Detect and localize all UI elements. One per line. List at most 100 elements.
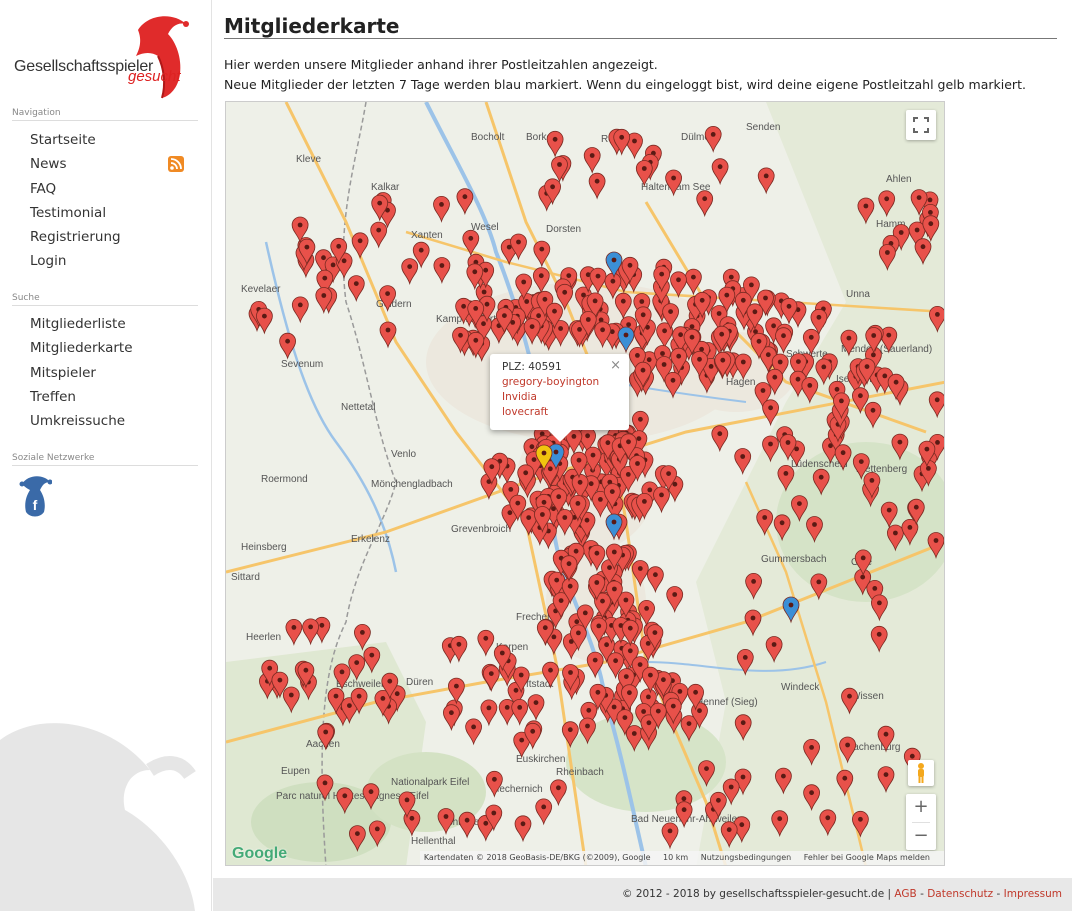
rss-icon[interactable] (168, 156, 184, 172)
member-pin[interactable] (546, 130, 564, 158)
member-pin[interactable] (857, 197, 875, 225)
member-pin[interactable] (437, 808, 455, 835)
member-pin[interactable] (561, 721, 579, 749)
member-pin[interactable] (579, 717, 596, 745)
member-pin[interactable] (477, 629, 495, 657)
member-pin[interactable] (870, 625, 888, 653)
member-pin[interactable] (450, 635, 468, 663)
member-pin[interactable] (810, 573, 828, 601)
member-pin[interactable] (370, 221, 388, 249)
member-pin[interactable] (532, 267, 550, 295)
member-pin[interactable] (704, 126, 722, 153)
member-pin[interactable] (711, 425, 729, 453)
street-view-button[interactable] (908, 760, 934, 786)
zoom-out-button[interactable]: − (906, 823, 936, 851)
member-link[interactable]: Invidia (502, 390, 617, 405)
member-pin[interactable] (801, 377, 819, 404)
member-pin[interactable] (625, 725, 643, 752)
member-pin[interactable] (485, 770, 503, 798)
member-pin[interactable] (279, 332, 296, 360)
member-pin[interactable] (803, 784, 820, 812)
zoom-in-button[interactable]: + (906, 794, 936, 822)
member-pin[interactable] (583, 147, 601, 174)
member-pin[interactable] (757, 167, 775, 195)
close-icon[interactable]: × (610, 358, 621, 373)
member-pin[interactable] (594, 321, 612, 349)
member-pin[interactable] (696, 190, 714, 218)
member-pin[interactable] (773, 514, 791, 542)
agb-link[interactable]: AGB (894, 888, 916, 900)
member-pin[interactable] (362, 783, 380, 811)
nav-item-faq[interactable]: FAQ (30, 177, 121, 201)
member-pin[interactable] (720, 821, 738, 849)
member-pin[interactable] (803, 739, 820, 766)
member-pin[interactable] (877, 766, 895, 794)
member-pin[interactable] (347, 275, 365, 303)
member-pin[interactable] (929, 306, 945, 333)
member-pin[interactable] (736, 649, 754, 676)
member-pin[interactable] (734, 353, 752, 381)
member-pin[interactable] (806, 516, 823, 543)
member-pin[interactable] (877, 725, 895, 753)
member-pin[interactable] (379, 321, 397, 349)
member-pin[interactable] (928, 391, 945, 419)
member-pin[interactable] (351, 232, 369, 260)
member-pin[interactable] (670, 271, 687, 299)
member-pin[interactable] (698, 760, 715, 788)
member-pin[interactable] (834, 444, 852, 472)
member-pin[interactable] (353, 624, 371, 651)
nav-item-login[interactable]: Login (30, 249, 121, 273)
member-pin[interactable] (551, 156, 568, 183)
member-pins[interactable] (226, 102, 945, 866)
member-pin[interactable] (631, 560, 649, 587)
member-pin[interactable] (745, 573, 762, 600)
member-pin[interactable] (614, 292, 632, 320)
member-pin[interactable] (791, 495, 808, 523)
member-pin[interactable] (316, 774, 334, 802)
member-pin[interactable] (379, 285, 397, 313)
member-pin[interactable] (841, 687, 858, 715)
member-pin[interactable] (646, 566, 664, 594)
member-pin[interactable] (302, 618, 319, 646)
member-pin[interactable] (744, 609, 762, 637)
member-pin[interactable] (664, 371, 682, 399)
member-pin[interactable] (836, 769, 854, 797)
nav-item-mitgliederliste[interactable]: Mitgliederliste (30, 312, 133, 336)
member-pin[interactable] (462, 229, 480, 257)
member-pin[interactable] (535, 798, 553, 826)
member-pin[interactable] (802, 328, 820, 356)
member-pin[interactable] (368, 820, 386, 848)
new-member-pin[interactable] (617, 326, 635, 354)
member-pin[interactable] (871, 594, 888, 622)
member-pin[interactable] (285, 619, 303, 646)
member-pin[interactable] (256, 307, 273, 335)
fullscreen-button[interactable] (906, 110, 936, 140)
member-pin[interactable] (734, 714, 752, 742)
member-pin[interactable] (762, 399, 779, 427)
member-pin[interactable] (887, 524, 904, 552)
member-pin[interactable] (433, 196, 450, 223)
member-pin[interactable] (839, 736, 856, 764)
nav-item-umkreissuche[interactable]: Umkreissuche (30, 409, 133, 433)
member-pin[interactable] (711, 158, 729, 186)
member-pin[interactable] (680, 715, 698, 743)
member-pin[interactable] (819, 809, 837, 837)
member-pin[interactable] (480, 699, 498, 727)
member-pin[interactable] (666, 586, 684, 613)
member-pin[interactable] (542, 661, 559, 689)
member-pin[interactable] (363, 646, 381, 674)
members-map[interactable]: Kleve Bocholt Borken Dülmen Senden Ahlen Kalka… (225, 101, 945, 866)
member-pin[interactable] (775, 327, 792, 355)
member-pin[interactable] (348, 825, 366, 853)
site-logo[interactable]: Gesellschaftsspieler gesucht (10, 12, 200, 102)
nav-item-registrierung[interactable]: Registrierung (30, 225, 121, 249)
member-link[interactable]: gregory-boyington (502, 375, 617, 390)
member-pin[interactable] (864, 401, 882, 429)
member-pin[interactable] (511, 699, 529, 726)
member-pin[interactable] (771, 810, 789, 838)
member-pin[interactable] (291, 296, 309, 324)
member-pin[interactable] (635, 160, 653, 187)
member-pin[interactable] (482, 665, 500, 693)
member-pin[interactable] (333, 663, 351, 691)
member-pin[interactable] (586, 651, 604, 679)
